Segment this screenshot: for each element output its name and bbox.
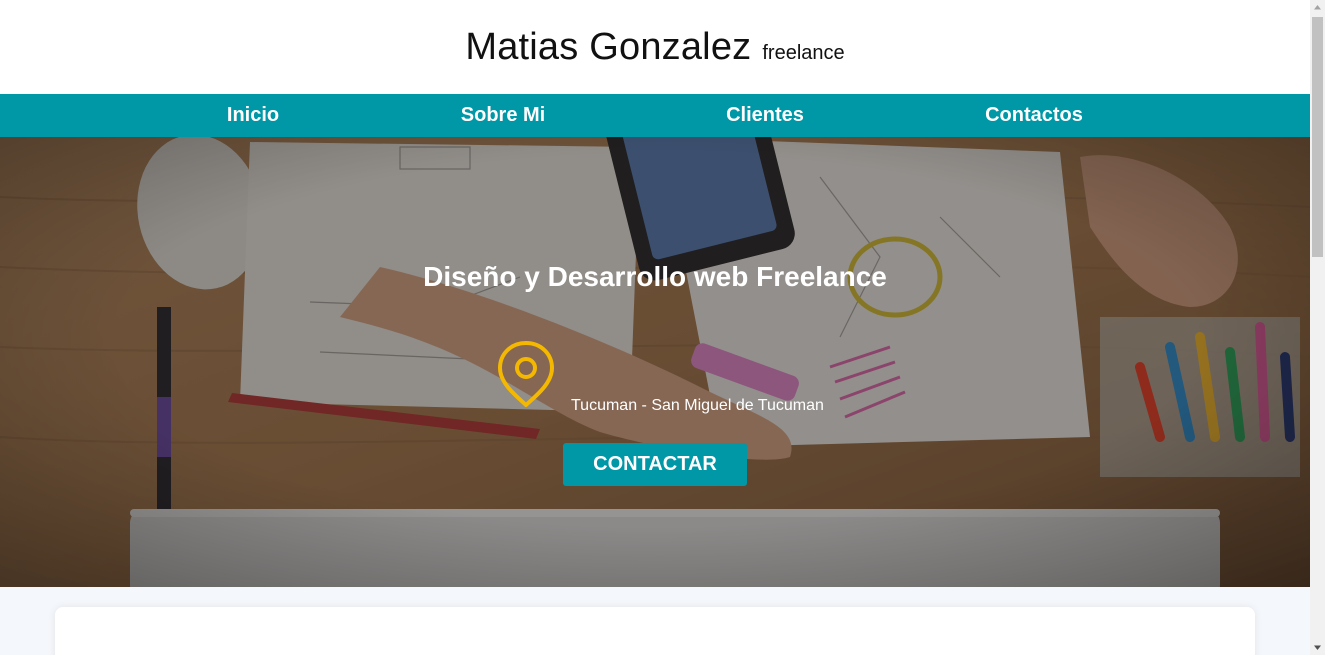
brand-name: Matias Gonzalez: [465, 25, 752, 68]
brand: Matias Gonzalez freelance: [465, 26, 844, 69]
nav-link-inicio[interactable]: Inicio: [227, 94, 279, 137]
site-header: Matias Gonzalez freelance: [0, 0, 1310, 94]
content-card: [55, 607, 1255, 655]
location-text: Tucuman - San Miguel de Tucuman: [571, 397, 824, 414]
vertical-scrollbar[interactable]: [1310, 0, 1325, 655]
scroll-down-arrow-icon[interactable]: [1310, 640, 1325, 655]
hero-section: Diseño y Desarrollo web Freelance Tucuma…: [0, 137, 1310, 587]
main-nav: Inicio Sobre Mi Clientes Contactos: [0, 94, 1310, 137]
nav-link-clientes[interactable]: Clientes: [726, 94, 804, 137]
scrollbar-thumb[interactable]: [1312, 17, 1323, 257]
hero-content: Diseño y Desarrollo web Freelance Tucuma…: [0, 137, 1310, 587]
contact-button[interactable]: CONTACTAR: [563, 443, 747, 486]
page: Matias Gonzalez freelance Inicio Sobre M…: [0, 0, 1310, 655]
brand-tagline: freelance: [762, 41, 845, 64]
map-pin-icon: [495, 339, 557, 409]
hero-title: Diseño y Desarrollo web Freelance: [423, 261, 887, 292]
nav-link-sobre-mi[interactable]: Sobre Mi: [461, 94, 545, 137]
scroll-up-arrow-icon[interactable]: [1310, 0, 1325, 15]
nav-link-contactos[interactable]: Contactos: [985, 94, 1083, 137]
